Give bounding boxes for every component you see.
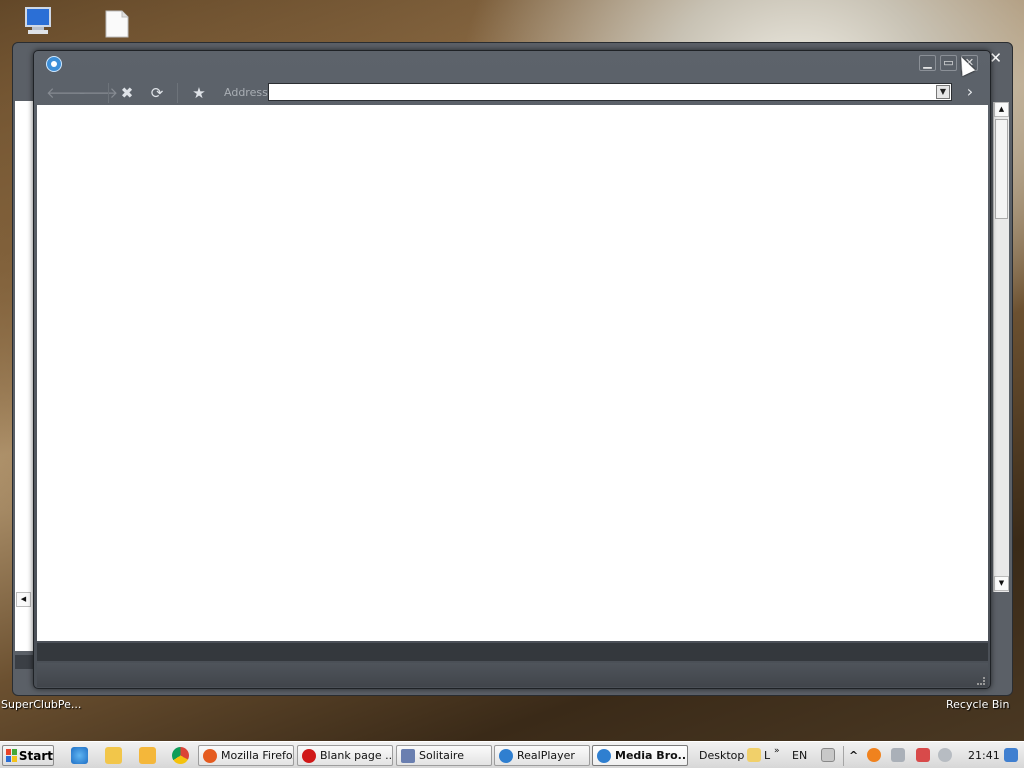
favorites-star-icon[interactable]: ★ [188, 82, 210, 104]
page-content-area[interactable] [37, 105, 988, 641]
toolbar-separator [177, 83, 178, 103]
go-chevron-icon[interactable]: › [962, 82, 978, 102]
task-label: Blank page ... [320, 749, 393, 762]
taskbar-item-media-browser[interactable]: Media Bro... [592, 745, 688, 766]
forward-arrow-icon[interactable]: 🡒 [78, 82, 118, 104]
document-desktop-icon[interactable] [104, 10, 130, 38]
show-desktop-icon[interactable] [1004, 748, 1018, 762]
media-player-icon[interactable] [139, 747, 156, 764]
back-arrow-icon[interactable]: 🡐 [46, 82, 86, 104]
language-indicator[interactable]: EN [792, 749, 807, 762]
taskbar-item-opera[interactable]: Blank page ... [297, 745, 393, 766]
media-browser-app-icon [46, 56, 62, 72]
firefox-icon [203, 748, 217, 763]
tray-separator [843, 746, 844, 766]
close-icon[interactable]: ✕ [989, 49, 1002, 67]
scroll-down-arrow-icon[interactable]: ▼ [994, 576, 1009, 591]
task-label: Mozilla Firefox [221, 749, 294, 762]
address-label: Address [224, 86, 268, 99]
task-label: Solitaire [419, 749, 464, 762]
stop-icon[interactable]: ✖ [116, 82, 138, 104]
address-input[interactable] [271, 84, 931, 100]
my-computer-desktop-icon[interactable] [22, 6, 56, 36]
start-button[interactable]: Start [2, 745, 54, 766]
background-window-status [15, 655, 33, 669]
clock[interactable]: 21:41 [968, 749, 1000, 762]
background-window-content [15, 101, 35, 651]
maximize-button[interactable]: ▭ [940, 55, 957, 71]
task-label: RealPlayer [517, 749, 575, 762]
folder-tray-icon[interactable] [747, 748, 761, 762]
refresh-icon[interactable]: ⟳ [146, 82, 168, 104]
opera-icon [302, 748, 316, 763]
chevron-double-icon[interactable]: » [774, 746, 780, 756]
address-bar[interactable]: ▼ [268, 83, 952, 101]
taskbar-item-realplayer[interactable]: RealPlayer [494, 745, 590, 766]
desktop-icon-label: Recycle Bin [946, 698, 1010, 711]
windows-logo-icon [6, 749, 17, 762]
bottom-bar [37, 663, 988, 687]
desktop-icon-label: SuperClubPe... [1, 698, 82, 711]
folder-icon[interactable] [105, 747, 122, 764]
scroll-up-arrow-icon[interactable]: ▲ [994, 102, 1009, 117]
taskbar: Start Mozilla Firefox Blank page ... Sol… [0, 741, 1024, 768]
title-bar[interactable]: ▁ ▭ ✕ [34, 51, 990, 77]
internet-explorer-icon[interactable] [71, 747, 88, 764]
keyboard-icon[interactable] [821, 748, 835, 762]
task-label: Media Bro... [615, 749, 688, 762]
security-alert-icon[interactable] [916, 748, 930, 762]
minimize-button[interactable]: ▁ [919, 55, 936, 71]
superclub-desktop-icon[interactable]: SuperClubPe... [1, 698, 81, 711]
volume-icon[interactable] [938, 748, 952, 762]
realplayer-icon [499, 748, 513, 763]
media-browser-icon [597, 748, 611, 763]
toolbar-overflow-label[interactable]: L [764, 749, 770, 762]
start-label: Start [18, 748, 53, 763]
scrollbar-thumb[interactable] [995, 119, 1008, 219]
taskbar-item-solitaire[interactable]: Solitaire [396, 745, 492, 766]
show-hidden-icons-icon[interactable]: ^ [849, 749, 858, 762]
computer-icon [25, 7, 51, 34]
vertical-scrollbar[interactable]: ▲ ▼ [993, 102, 1009, 592]
scroll-left-arrow-icon[interactable]: ◀ [16, 592, 31, 607]
resize-grip-icon[interactable] [977, 677, 985, 685]
avast-icon[interactable] [867, 748, 881, 762]
taskbar-item-firefox[interactable]: Mozilla Firefox [198, 745, 294, 766]
address-dropdown-icon[interactable]: ▼ [936, 85, 950, 99]
status-bar [37, 643, 988, 661]
recycle-bin-desktop-icon[interactable]: Recycle Bin [946, 698, 1009, 711]
document-icon [105, 10, 129, 38]
chrome-icon[interactable] [172, 747, 189, 764]
solitaire-icon [401, 748, 415, 763]
desktop-toolbar-label[interactable]: Desktop [699, 749, 744, 762]
network-icon[interactable] [891, 748, 905, 762]
media-browser-window[interactable]: ▁ ▭ ✕ 🡐 🡒 ✖ ⟳ ★ Address ▼ › [33, 50, 991, 689]
toolbar-separator [108, 83, 109, 103]
